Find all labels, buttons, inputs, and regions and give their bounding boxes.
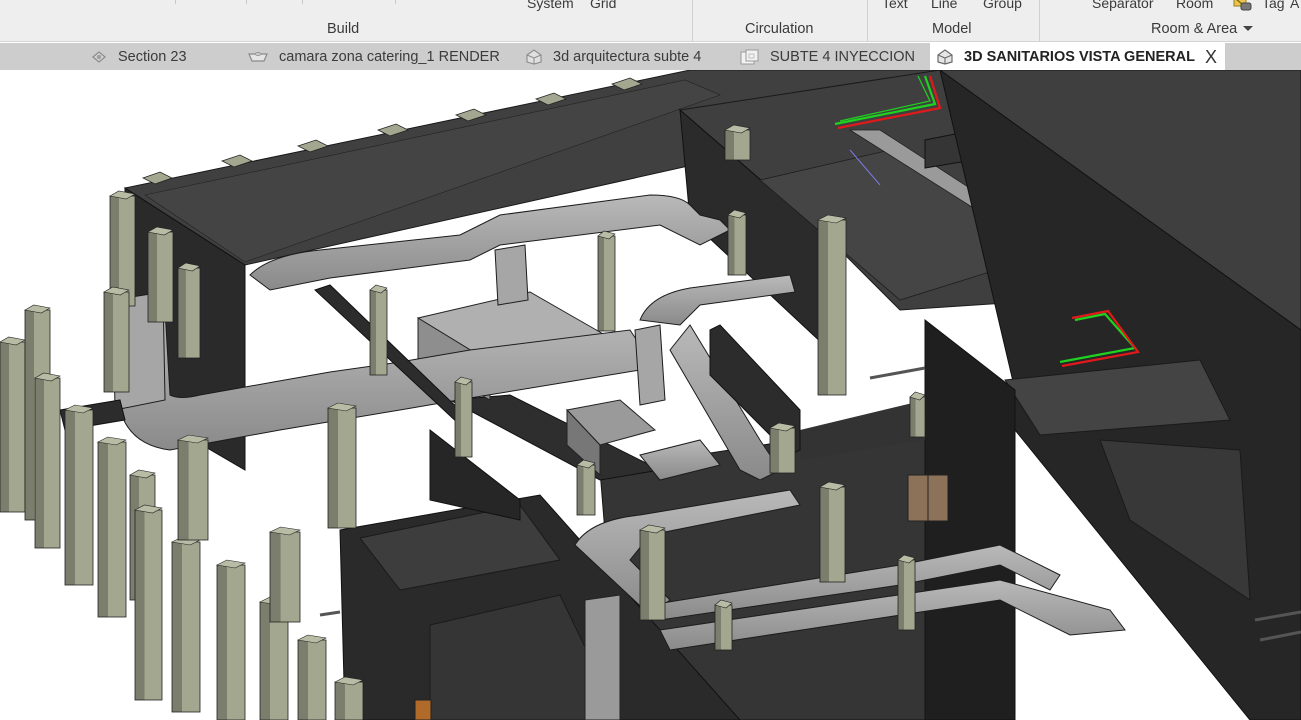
- camera-view-icon: [248, 51, 268, 62]
- tab-label: 3D SANITARIOS VISTA GENERAL: [964, 48, 1195, 65]
- concrete-column: [897, 559, 916, 631]
- concrete-column: [727, 214, 747, 276]
- concrete-column: [34, 377, 61, 549]
- tab-section-23[interactable]: Section 23: [90, 43, 187, 70]
- tab-label: Section 23: [118, 48, 187, 65]
- chevron-down-icon: [1243, 26, 1254, 31]
- concrete-column: [639, 529, 666, 621]
- ribbon-separator: [302, 0, 303, 4]
- ribbon-separator: [246, 0, 247, 4]
- tab-subte-4-inyeccion[interactable]: SUBTE 4 INYECCION: [740, 43, 915, 70]
- tab-label: SUBTE 4 INYECCION: [770, 48, 916, 65]
- ribbon-group-build: Build: [327, 21, 360, 37]
- ribbon-room-button[interactable]: Room: [1176, 0, 1213, 11]
- tab-3d-arquitectura-subte-4[interactable]: 3d arquitectura subte 4: [525, 43, 701, 70]
- concrete-column: [724, 129, 751, 161]
- concrete-column: [369, 289, 388, 376]
- concrete-column: [216, 564, 246, 720]
- ribbon-separator-button[interactable]: Separator: [1092, 0, 1153, 11]
- ribbon-separator: [692, 0, 693, 42]
- ribbon-group-circulation: Circulation: [745, 21, 814, 37]
- ribbon-separator: [395, 0, 396, 4]
- ribbon-tag-button[interactable]: Tag: [1262, 0, 1285, 11]
- 3d-view-icon: [526, 48, 542, 65]
- sheet-view-icon: [740, 49, 759, 64]
- 3d-model-canvas[interactable]: [0, 70, 1301, 720]
- concrete-column: [134, 509, 163, 701]
- ribbon-model-group-button[interactable]: Group: [983, 0, 1022, 11]
- ribbon: System Grid Build Circulation Text Line …: [0, 0, 1301, 42]
- door: [414, 699, 432, 720]
- ribbon-group-model: Model: [932, 21, 972, 37]
- tab-label: 3d arquitectura subte 4: [553, 48, 702, 65]
- ribbon-grid-button[interactable]: Grid: [590, 0, 616, 11]
- ribbon-system-button[interactable]: System: [527, 0, 574, 11]
- concrete-column: [714, 604, 733, 651]
- 3d-view-icon: [937, 48, 953, 65]
- ribbon-area-button[interactable]: A: [1290, 0, 1299, 11]
- 3d-model-viewport[interactable]: [0, 70, 1301, 720]
- ribbon-model-text-button[interactable]: Text: [882, 0, 908, 11]
- concrete-column: [0, 341, 26, 513]
- concrete-column: [297, 639, 327, 720]
- tag-room-icon[interactable]: [1233, 0, 1252, 11]
- concrete-column: [334, 681, 364, 720]
- close-tab-icon[interactable]: X: [1205, 48, 1217, 66]
- ribbon-model-line-button[interactable]: Line: [931, 0, 957, 11]
- concrete-column: [147, 231, 174, 323]
- ribbon-separator: [175, 0, 176, 4]
- concrete-column: [909, 396, 926, 438]
- concrete-column: [597, 235, 616, 332]
- view-tab-bar: Section 23 camara zona catering_1 RENDER…: [0, 43, 1301, 70]
- concrete-column: [177, 267, 201, 359]
- ribbon-group-room-area-dropdown[interactable]: Room & Area: [1151, 21, 1254, 37]
- concrete-column: [171, 541, 201, 713]
- concrete-column: [817, 219, 847, 396]
- concrete-column: [327, 407, 357, 529]
- concrete-column: [103, 291, 130, 393]
- ribbon-separator: [1039, 0, 1040, 42]
- concrete-column: [454, 381, 473, 458]
- concrete-column: [64, 409, 94, 586]
- concrete-column: [819, 486, 846, 583]
- tab-label: camara zona catering_1 RENDER: [279, 48, 500, 65]
- tab-camara-zona-catering[interactable]: camara zona catering_1 RENDER: [247, 43, 500, 70]
- concrete-column: [269, 531, 301, 623]
- ribbon-separator: [867, 0, 868, 42]
- concrete-column: [769, 427, 796, 474]
- tab-3d-sanitarios-vista-general[interactable]: 3D SANITARIOS VISTA GENERAL X: [930, 43, 1225, 70]
- concrete-column: [576, 464, 596, 516]
- ribbon-group-room-area-label: Room & Area: [1151, 21, 1238, 37]
- concrete-column: [177, 439, 209, 541]
- section-view-icon: [92, 50, 106, 63]
- concrete-column: [97, 441, 127, 618]
